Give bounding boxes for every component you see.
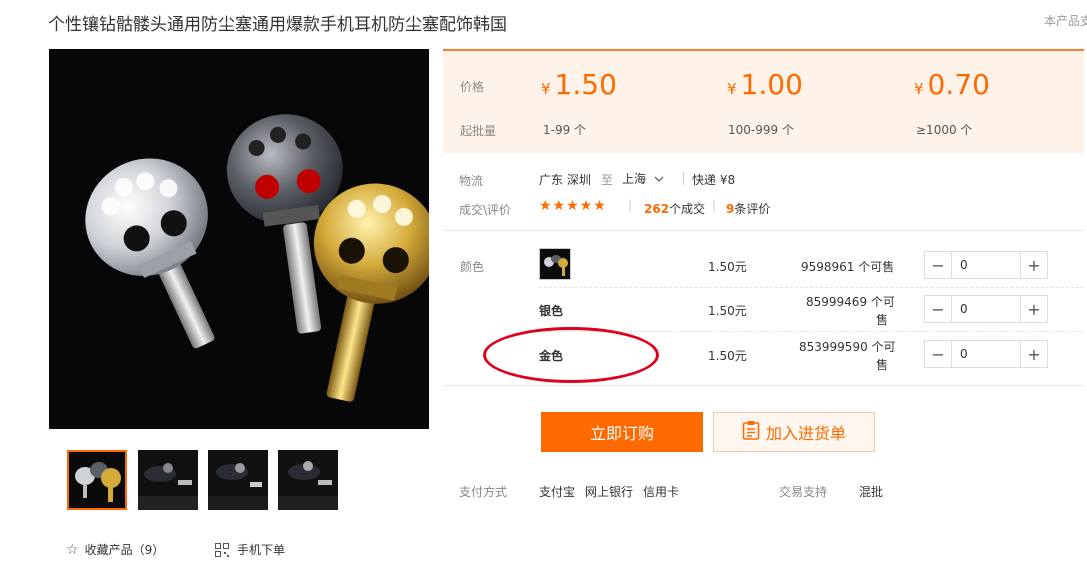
- reviews-count[interactable]: 9条评价: [726, 200, 770, 217]
- quantity-input[interactable]: 0: [952, 341, 1020, 367]
- tier-1-range: 1-99 个: [543, 123, 587, 137]
- thumbnail-1[interactable]: [67, 450, 127, 510]
- trade-support-value: 混批: [859, 485, 884, 499]
- payment-credit-card: 信用卡: [643, 485, 680, 499]
- decrease-button[interactable]: −: [925, 252, 952, 278]
- price-label: 价格: [460, 80, 485, 94]
- product-title: 个性镶钻骷髅头通用防尘塞通用爆款手机耳机防尘塞配饰韩国: [48, 15, 507, 35]
- payment-alipay: 支付宝: [539, 485, 576, 499]
- increase-button[interactable]: +: [1020, 341, 1047, 367]
- mobile-order[interactable]: 手机下单: [215, 541, 285, 558]
- divider: [683, 172, 684, 185]
- option-1-quantity-stepper: − 0 +: [924, 251, 1048, 279]
- add-to-cart-label: 加入进货单: [765, 424, 846, 443]
- thumbnail-2[interactable]: [138, 450, 198, 510]
- main-product-image: [49, 49, 429, 429]
- skull-plugs-illustration: [85, 114, 429, 402]
- payment-label: 支付方式: [459, 485, 508, 499]
- destination-select[interactable]: 上海: [622, 170, 664, 187]
- price-tier-1: ¥1.50: [541, 68, 617, 101]
- separator: [443, 230, 1084, 231]
- annotation-circle: [483, 327, 659, 383]
- logistics-label: 物流: [459, 174, 484, 188]
- payment-online-bank: 网上银行: [585, 485, 634, 499]
- color-option-image[interactable]: [539, 248, 571, 280]
- chevron-down-icon: [654, 172, 664, 186]
- separator: [443, 385, 1084, 386]
- star-outline-icon: ☆: [66, 541, 79, 558]
- quantity-input[interactable]: 0: [952, 252, 1020, 278]
- clipboard-icon: [742, 420, 760, 444]
- buy-now-button[interactable]: 立即订购: [541, 412, 703, 452]
- color-option-silver[interactable]: 银色: [539, 302, 563, 319]
- add-to-cart-button[interactable]: 加入进货单: [713, 412, 875, 452]
- decrease-button[interactable]: −: [925, 296, 952, 322]
- express-fee: 快递 ¥8: [692, 173, 736, 187]
- option-2-stock-line2: 售: [876, 313, 889, 327]
- option-2-price: 1.50元: [708, 304, 747, 318]
- quantity-input[interactable]: 0: [952, 296, 1020, 322]
- deals-sep: |: [712, 198, 717, 212]
- tier-2-range: 100-999 个: [728, 123, 794, 137]
- option-1-stock: 9598961 个可售: [801, 260, 895, 274]
- price-tier-2: ¥1.00: [727, 68, 803, 101]
- option-3-stock-line1: 853999590 个可: [799, 340, 896, 354]
- option-3-quantity-stepper: − 0 +: [924, 340, 1048, 368]
- logistics-from: 广东 深圳: [539, 173, 591, 187]
- favorite-product[interactable]: ☆ 收藏产品（9）: [66, 541, 164, 558]
- rating-stars: ★★★★★: [539, 198, 607, 214]
- option-2-stock-line1: 85999469 个可: [806, 295, 895, 309]
- option-3-stock-line2: 售: [876, 358, 889, 372]
- qr-code-icon: [215, 542, 229, 557]
- favorite-label: 收藏产品（9）: [84, 543, 165, 557]
- mobile-order-label: 手机下单: [237, 543, 286, 557]
- decrease-button[interactable]: −: [925, 341, 952, 367]
- thumbnail-4[interactable]: [278, 450, 338, 510]
- price-tier-3: ¥0.70: [914, 68, 990, 101]
- destination-value: 上海: [622, 172, 647, 186]
- moq-label: 起批量: [460, 124, 497, 138]
- deals-count[interactable]: 262个成交: [644, 200, 705, 217]
- increase-button[interactable]: +: [1020, 296, 1047, 322]
- increase-button[interactable]: +: [1020, 252, 1047, 278]
- trade-support-label: 交易支持: [779, 485, 828, 499]
- corner-text: 本产品支: [1044, 14, 1087, 28]
- option-1-price: 1.50元: [708, 260, 747, 274]
- rating-sep: |: [628, 198, 633, 212]
- thumbnail-3[interactable]: [208, 450, 268, 510]
- option-2-quantity-stepper: − 0 +: [924, 295, 1048, 323]
- deals-label: 成交\评价: [459, 203, 512, 217]
- row-divider: [539, 287, 1084, 288]
- logistics-to-word: 至: [601, 173, 614, 187]
- tier-3-range: ≥1000 个: [916, 123, 973, 137]
- color-label: 颜色: [460, 260, 485, 274]
- option-3-price: 1.50元: [708, 349, 747, 363]
